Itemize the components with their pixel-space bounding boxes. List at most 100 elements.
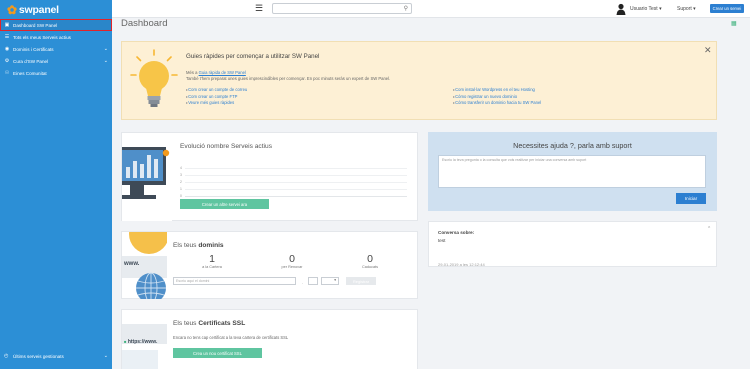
chart-gridline — [185, 168, 407, 169]
avatar[interactable] — [616, 3, 626, 15]
create-ssl-button[interactable]: Crea un nou certificat SSL — [173, 348, 262, 358]
swpanel-logo-icon: ✿ — [7, 2, 17, 17]
chevron-up-icon[interactable]: ⌃ — [707, 226, 711, 232]
sidebar-item-dashboard[interactable]: ▣ Dashboard SW Panel — [0, 19, 112, 31]
domains-title-bold: dominis — [198, 242, 224, 249]
gear-icon: ⚙ — [4, 58, 10, 64]
list-icon: ☰ — [4, 34, 10, 40]
domains-title-prefix: Els teus — [173, 242, 197, 249]
sidebar-item-care[interactable]: ⚙ Cura d'SW Panel ⌄ — [0, 55, 112, 67]
conversation-card[interactable]: Conversa sobre: test 29-01-2019 a les 12… — [428, 221, 717, 267]
help-title: Necessites ajuda ?, parla amb suport — [513, 141, 632, 150]
user-name: Usuario Test — [630, 6, 658, 12]
chart-tick: 4 — [180, 166, 182, 170]
www-text: www. — [124, 261, 140, 267]
quick-guide-link[interactable]: Guia ràpida de SW Panel — [199, 70, 246, 75]
lock-icon: ■ — [124, 339, 127, 344]
sidebar-item-label: Dominis i Certificats — [13, 46, 54, 52]
chart-gridline — [185, 196, 407, 197]
sidebar-item-label: Dashboard SW Panel — [13, 22, 58, 28]
chevron-down-icon: ⌄ — [103, 353, 108, 359]
settings-icon[interactable]: ▦ — [731, 20, 737, 27]
sidebar-item-active-services[interactable]: ☰ Tots els meus Serveis actius — [0, 31, 112, 43]
domain-extension-input[interactable] — [308, 277, 318, 285]
conversation-subject: test — [438, 238, 446, 243]
start-conversation-button[interactable]: Iniciar — [676, 193, 706, 204]
chevron-down-icon: ⌄ — [103, 46, 108, 52]
certificates-card: ■ https://www. Els teus Certificats SSL … — [121, 309, 418, 369]
sidebar-item-recent-services[interactable]: ◴ Últims serveis gestionats ⌄ — [0, 350, 112, 362]
chart-tick: 2 — [180, 180, 182, 184]
domains-title: Els teus dominis — [173, 242, 224, 249]
certificates-title: Els teus Certificats SSL — [173, 320, 245, 327]
support-help-box: Necessites ajuda ?, parla amb suport Esc… — [428, 132, 717, 211]
chart-gridline — [185, 189, 407, 190]
https-text-value: https://www. — [127, 339, 158, 345]
chart-tick: 1 — [180, 187, 182, 191]
quick-guides-banner: Guies ràpides per començar a utilitzar S… — [121, 41, 717, 120]
search-icon[interactable]: ⚲ — [404, 5, 408, 12]
search-input[interactable]: ⚲ — [272, 3, 412, 14]
guide-links-right: Com instal·lar Wordpress en el teu Hosti… — [453, 87, 541, 107]
stat-value: 0 — [289, 253, 295, 265]
sidebar-item-label: Eines Comunitat — [13, 70, 47, 76]
domain-dot: . — [302, 280, 304, 285]
users-icon: ☉ — [4, 70, 10, 76]
chart-gridline — [185, 175, 407, 176]
conversation-date: 29-01-2019 a les 12:12:44 — [438, 262, 485, 267]
guide-title: Guies ràpides per començar a utilitzar S… — [186, 53, 320, 60]
monitor-icon: ▣ — [4, 22, 10, 28]
guide-link[interactable]: Com instal·lar Wordpress en el teu Hosti… — [453, 87, 541, 94]
register-domain-button[interactable]: Registrar — [346, 277, 376, 285]
sidebar: ✿ swpanel ▣ Dashboard SW Panel ☰ Tots el… — [0, 0, 112, 369]
guide-links-left: Com crear un compte de correu Com crear … — [186, 87, 247, 107]
guide-intro: Més a Guia ràpida de SW Panel — [186, 70, 246, 75]
certificates-title-prefix: Els teus — [173, 320, 197, 327]
stat-label: per Renovar — [281, 265, 303, 269]
chevron-down-icon: ⌄ — [103, 58, 108, 64]
support-menu[interactable]: Suport ▾ — [677, 6, 696, 12]
stat-value: 0 — [367, 253, 373, 265]
stat-label: a la Cartera — [202, 265, 222, 269]
brand-logo[interactable]: ✿ swpanel — [0, 0, 112, 19]
services-title: Evolució nombre Serveis actius — [180, 143, 272, 150]
history-icon: ◴ — [4, 353, 9, 359]
guide-description: També t'hem preparat unes guies impresci… — [186, 76, 391, 81]
services-card: Evolució nombre Serveis actius 4 3 2 1 0… — [121, 132, 418, 221]
https-text: ■ https://www. — [124, 339, 157, 345]
top-bar: ☰ ⚲ Usuario Test ▾ Suport ▾ Crear un ser… — [112, 0, 750, 18]
support-label: Suport — [677, 6, 692, 12]
chart-tick: 3 — [180, 173, 182, 177]
create-service-button[interactable]: Crear un servei — [710, 4, 744, 13]
guide-link[interactable]: Cómo transferir un dominio hacia tu SW P… — [453, 100, 541, 107]
tld-select[interactable]: ▾ — [321, 277, 339, 285]
guide-link[interactable]: Com crear un compte de correu — [186, 87, 247, 94]
stat-value: 1 — [209, 253, 215, 265]
sidebar-item-label: Tots els meus Serveis actius — [13, 34, 71, 40]
monitor-illustration — [122, 133, 172, 221]
guide-link[interactable]: Veure més guies ràpides — [186, 100, 247, 107]
sidebar-footer-label: Últims serveis gestionats — [13, 353, 64, 359]
chart-tick: 0 — [180, 194, 182, 198]
domain-search-input[interactable]: Escriu aquí el domini — [173, 277, 296, 285]
domains-stat-renew: 0 per Renovar — [272, 253, 312, 269]
close-icon[interactable]: ✕ — [704, 45, 712, 56]
hamburger-icon[interactable]: ☰ — [255, 3, 263, 14]
conversation-label: Conversa sobre: — [438, 230, 475, 235]
chart-gridline — [185, 182, 407, 183]
user-menu[interactable]: Usuario Test ▾ — [630, 6, 662, 12]
certificates-empty-text: Encara no tens cap certificat a la teva … — [173, 335, 289, 340]
lightbulb-icon — [129, 48, 179, 116]
domains-stat-expired: 0 Caducats — [350, 253, 390, 269]
sidebar-item-label: Cura d'SW Panel — [13, 58, 49, 64]
brand-name: swpanel — [18, 3, 59, 16]
globe-icon: ◉ — [4, 46, 10, 52]
support-message-textarea[interactable]: Escriu la teva pregunta o la consulta qu… — [438, 155, 706, 188]
sidebar-item-domains[interactable]: ◉ Dominis i Certificats ⌄ — [0, 43, 112, 55]
domains-card: www. Els teus dominis 1 a la Cartera 0 p… — [121, 231, 418, 299]
page-title: Dashboard — [121, 18, 168, 29]
create-service-now-button[interactable]: Crear un altre servei ara — [180, 199, 269, 209]
globe-illustration: www. — [122, 232, 167, 299]
certificates-title-bold: Certificats SSL — [198, 320, 246, 327]
sidebar-item-community[interactable]: ☉ Eines Comunitat — [0, 67, 112, 79]
